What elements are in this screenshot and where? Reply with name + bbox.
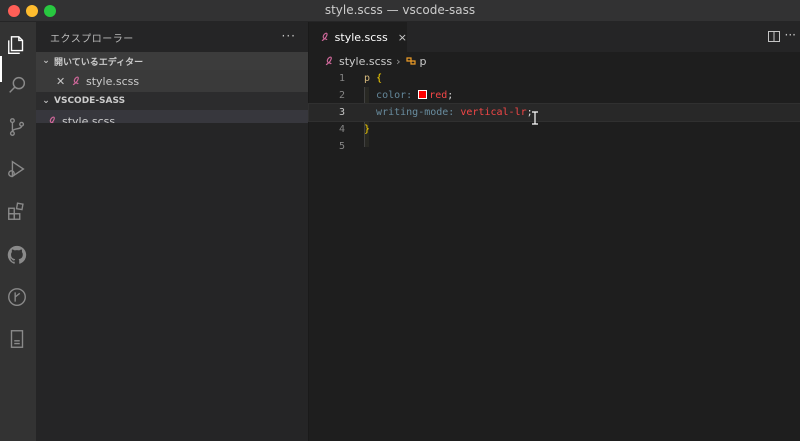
explorer-header: エクスプローラー ··· — [36, 22, 308, 52]
breadcrumb-symbol[interactable]: p — [420, 55, 427, 68]
text-cursor-icon — [532, 111, 538, 125]
files-icon[interactable] — [6, 34, 28, 56]
code-line[interactable]: 4 } — [309, 121, 800, 138]
source-control-icon[interactable] — [6, 116, 28, 138]
more-actions-icon[interactable]: ··· — [785, 28, 796, 42]
tab-style-scss[interactable]: style.scss × — [309, 22, 407, 52]
split-editor-icon[interactable] — [768, 31, 780, 42]
activity-bar — [0, 22, 36, 441]
close-tab-icon[interactable]: × — [398, 31, 407, 44]
explorer-title: エクスプローラー — [50, 33, 134, 45]
tab-label: style.scss — [334, 30, 388, 44]
tab-bar: style.scss × ··· — [309, 22, 800, 52]
code-line[interactable]: 1 p { — [309, 70, 800, 87]
line-number: 3 — [338, 107, 345, 118]
open-editors-label: 開いているエディター — [54, 57, 144, 68]
open-brace: { — [376, 73, 383, 84]
run-debug-icon[interactable] — [6, 158, 28, 180]
editor-area: style.scss × ··· style.scss › p 1 p { 2 … — [308, 22, 800, 441]
chevron-right-icon: › — [396, 54, 401, 68]
active-indicator — [0, 56, 2, 82]
line-number: 4 — [338, 124, 345, 135]
css-value: red — [429, 90, 448, 101]
breadcrumb: style.scss › p — [309, 52, 800, 70]
explorer-empty-area — [36, 123, 308, 441]
sass-file-icon — [325, 56, 332, 66]
breadcrumb-file[interactable]: style.scss — [339, 55, 392, 68]
code-line[interactable]: 5 — [309, 138, 800, 155]
title-bar: style.scss — vscode-sass — [0, 0, 800, 22]
sass-file-icon — [321, 32, 328, 42]
open-editor-item[interactable]: ✕ style.scss — [36, 70, 308, 92]
open-editor-filename: style.scss — [86, 74, 140, 88]
github-icon[interactable] — [6, 244, 28, 266]
color-swatch[interactable] — [418, 90, 428, 99]
project-folder-section[interactable]: ⌄ VSCODE-SASS — [36, 92, 308, 110]
semicolon: ; — [447, 90, 454, 101]
chevron-down-icon: ⌄ — [42, 96, 50, 106]
css-value: vertical-lr — [460, 107, 527, 118]
line-number: 5 — [338, 141, 345, 152]
project-folder-label: VSCODE-SASS — [54, 96, 126, 106]
css-property: writing-mode: — [376, 107, 455, 118]
css-property: color: — [376, 90, 413, 101]
sass-file-icon — [72, 76, 79, 86]
search-icon[interactable] — [6, 74, 28, 96]
code-editor[interactable]: 1 p { 2 color: red; 3 writing-mode: vert… — [308, 70, 800, 155]
remote-explorer-icon[interactable] — [6, 328, 28, 350]
git-graph-icon[interactable] — [6, 286, 28, 308]
window-title: style.scss — vscode-sass — [324, 3, 476, 17]
code-line[interactable]: 2 color: red; — [309, 87, 800, 104]
css-selector: p — [364, 73, 371, 84]
chevron-down-icon: ⌄ — [42, 56, 50, 66]
explorer-sidebar: エクスプローラー ··· ⌄ 開いているエディター ✕ style.scss ⌄… — [36, 22, 308, 441]
line-number: 1 — [338, 73, 345, 84]
extensions-icon[interactable] — [6, 200, 28, 222]
code-line-current[interactable]: 3 writing-mode: vertical-lr; — [308, 103, 800, 122]
close-brace: } — [364, 124, 371, 135]
open-editors-section[interactable]: ⌄ 開いているエディター — [36, 52, 308, 70]
line-number: 2 — [338, 90, 345, 101]
symbol-class-icon — [405, 57, 416, 65]
close-icon[interactable]: ✕ — [56, 75, 70, 88]
more-actions-icon[interactable]: ··· — [282, 29, 296, 43]
